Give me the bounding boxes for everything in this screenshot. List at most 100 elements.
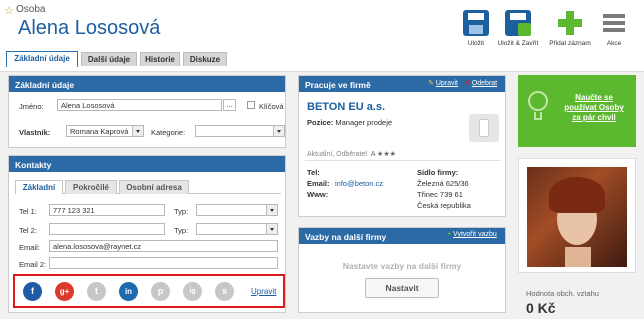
tab-discussion[interactable]: Diskuze bbox=[183, 52, 227, 66]
company-logo-placeholder bbox=[469, 114, 499, 142]
company-email-value[interactable]: info@beton.cz bbox=[335, 179, 383, 188]
tel2-type-select[interactable] bbox=[196, 223, 278, 235]
favorite-star-icon[interactable]: ☆ bbox=[4, 4, 14, 17]
works-at-edit[interactable]: ✎ Upravit bbox=[428, 79, 458, 87]
pinterest-icon[interactable]: p bbox=[151, 282, 170, 301]
company-email-label: Email: bbox=[307, 179, 330, 188]
record-header: ☆ Osoba Alena Lososová Uložit Uložit & Z… bbox=[0, 0, 644, 72]
promo-line-2: používat Osoby bbox=[564, 103, 624, 112]
works-at-edit-label: Upravit bbox=[435, 80, 459, 87]
company-links-panel: Vazby na další firmy + Vytvořit vazbu Na… bbox=[298, 227, 506, 313]
subtab-basic[interactable]: Základní bbox=[15, 180, 63, 194]
company-status: Aktuální, Odběratel A ★★★ bbox=[307, 150, 396, 158]
tel1-type-select[interactable] bbox=[196, 204, 278, 216]
company-links-empty: Nastavte vazby na další firmy bbox=[342, 261, 462, 271]
chevron-down-icon bbox=[273, 126, 284, 136]
page-title: Alena Lososová bbox=[18, 17, 161, 39]
tel2-label: Tel 2: bbox=[19, 226, 37, 235]
add-record-button[interactable]: Přidat záznam bbox=[548, 10, 592, 47]
tab-more[interactable]: Další údaje bbox=[81, 52, 137, 66]
linkedin-icon[interactable]: in bbox=[119, 282, 138, 301]
browse-button[interactable]: ... bbox=[223, 99, 236, 111]
entity-type: Osoba bbox=[16, 4, 46, 15]
tel1-input[interactable]: 777 123 321 bbox=[49, 204, 165, 216]
company-tel-label: Tel: bbox=[307, 168, 320, 177]
divider bbox=[305, 160, 501, 161]
name-input[interactable]: Alena Lososová bbox=[57, 99, 222, 111]
social-links-highlight: f g+ t in p ig s Upravit bbox=[13, 274, 285, 308]
position-label: Pozice: bbox=[307, 118, 334, 127]
works-at-panel: Pracuje ve firmě ✎ Upravit ✕ Odebrat BET… bbox=[298, 75, 506, 217]
basic-info-panel: Základní údaje Jméno: Alena Lososová ...… bbox=[8, 75, 286, 148]
company-status-text: Aktuální, Odběratel bbox=[307, 151, 367, 158]
actions-button[interactable]: Akce bbox=[598, 10, 630, 47]
works-at-remove[interactable]: ✕ Odebrat bbox=[464, 79, 497, 87]
email2-input[interactable] bbox=[49, 257, 278, 269]
subtab-advanced[interactable]: Pokročilé bbox=[65, 180, 117, 194]
owner-label: Vlastník: bbox=[19, 128, 51, 137]
remove-icon: ✕ bbox=[464, 80, 470, 87]
category-label: Kategorie: bbox=[151, 128, 186, 137]
promo-line-3: za pár chvil bbox=[572, 113, 616, 122]
key-checkbox[interactable] bbox=[247, 101, 255, 109]
category-select[interactable] bbox=[195, 125, 285, 137]
add-record-label: Přidat záznam bbox=[549, 40, 591, 47]
hq-label: Sídlo firmy: bbox=[417, 168, 459, 177]
company-www-label: Www: bbox=[307, 190, 329, 199]
company-links-title: Vazby na další firmy bbox=[305, 232, 387, 242]
owner-value: Romana Kaprová bbox=[70, 127, 129, 136]
company-links-heading: Vazby na další firmy + Vytvořit vazbu bbox=[299, 228, 505, 244]
email2-label: Email 2: bbox=[19, 260, 47, 269]
works-at-heading: Pracuje ve firmě ✎ Upravit ✕ Odebrat bbox=[299, 76, 505, 92]
contacts-panel: Kontakty Základní Pokročilé Osobní adres… bbox=[8, 155, 286, 313]
pencil-icon: ✎ bbox=[428, 80, 434, 87]
save-close-icon bbox=[505, 10, 531, 36]
promo-line-1: Naučte se bbox=[575, 93, 613, 102]
menu-icon bbox=[601, 10, 627, 36]
promo-text[interactable]: Naučte se používat Osoby za pár chvil bbox=[554, 93, 634, 123]
email-input[interactable]: alena.lososova@raynet.cz bbox=[49, 240, 278, 252]
key-label: Klíčová bbox=[259, 102, 284, 111]
google-plus-icon[interactable]: g+ bbox=[55, 282, 74, 301]
profile-photo[interactable] bbox=[527, 167, 627, 267]
create-link-label: Vytvořit vazbu bbox=[453, 231, 497, 238]
company-rating: A ★★★ bbox=[370, 151, 396, 158]
hq-city: Třinec 739 61 bbox=[417, 190, 463, 199]
hq-street: Železná 625/36 bbox=[417, 179, 469, 188]
profile-photo-frame bbox=[518, 158, 636, 273]
plus-icon: + bbox=[447, 231, 452, 238]
type-label-2: Typ: bbox=[174, 226, 189, 235]
facebook-icon[interactable]: f bbox=[23, 282, 42, 301]
set-links-button[interactable]: Nastavit bbox=[365, 278, 439, 298]
company-name[interactable]: BETON EU a.s. bbox=[307, 101, 385, 113]
chevron-down-icon bbox=[266, 205, 277, 215]
relationship-value-label: Hodnota obch. vztahu bbox=[526, 289, 599, 298]
works-at-remove-label: Odebrat bbox=[471, 80, 498, 87]
social-edit-link[interactable]: Upravit bbox=[251, 287, 276, 296]
create-link[interactable]: + Vytvořit vazbu bbox=[447, 231, 497, 238]
chevron-down-icon bbox=[266, 224, 277, 234]
contact-subtabs: Základní Pokročilé Osobní adresa bbox=[15, 180, 281, 194]
save-close-button[interactable]: Uložit & Zavřít bbox=[494, 10, 542, 47]
email-label: Email: bbox=[19, 243, 40, 252]
owner-select[interactable]: Romana Kaprová bbox=[66, 125, 144, 137]
save-button[interactable]: Uložit bbox=[462, 10, 490, 47]
lightbulb-icon bbox=[524, 85, 552, 127]
twitter-icon[interactable]: t bbox=[87, 282, 106, 301]
contacts-heading: Kontakty bbox=[9, 156, 285, 172]
type-label: Typ: bbox=[174, 207, 189, 216]
name-label: Jméno: bbox=[19, 102, 44, 111]
actions-label: Akce bbox=[606, 40, 622, 47]
position-value: Manager prodeje bbox=[335, 118, 393, 127]
instagram-icon[interactable]: ig bbox=[183, 282, 202, 301]
promo-box[interactable]: Naučte se používat Osoby za pár chvil bbox=[518, 75, 636, 147]
skype-icon[interactable]: s bbox=[215, 282, 234, 301]
subtab-personal-address[interactable]: Osobní adresa bbox=[119, 180, 189, 194]
floppy-disk-icon bbox=[463, 10, 489, 36]
relationship-value-amount: 0 Kč bbox=[526, 300, 556, 316]
tab-history[interactable]: Historie bbox=[140, 52, 180, 66]
tel1-label: Tel 1: bbox=[19, 207, 37, 216]
chevron-down-icon bbox=[132, 126, 143, 136]
tel2-input[interactable] bbox=[49, 223, 165, 235]
tab-basic[interactable]: Základní údaje bbox=[6, 51, 78, 67]
